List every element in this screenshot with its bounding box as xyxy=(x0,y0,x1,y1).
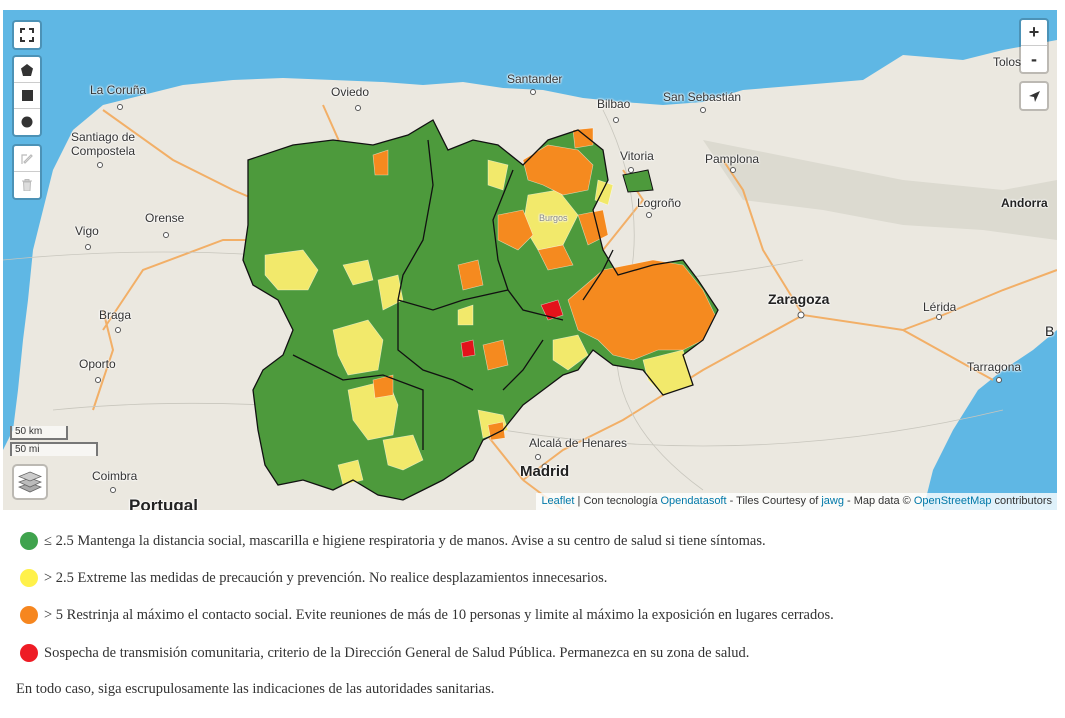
fullscreen-button[interactable] xyxy=(14,22,40,48)
city-madrid: Madrid xyxy=(520,463,570,480)
city-la-coruna: La Coruña xyxy=(90,83,147,97)
attribution-text-3: - Map data © xyxy=(843,495,914,507)
legend-item-orange: > 5 Restrinja al máximo el contacto soci… xyxy=(20,606,834,624)
legend-text-orange: > 5 Restrinja al máximo el contacto soci… xyxy=(44,606,834,623)
city-vitoria: Vitoria xyxy=(620,149,654,163)
map[interactable]: La Coruña Oviedo Santander Bilbao San Se… xyxy=(3,10,1057,510)
city-orense: Orense xyxy=(145,211,185,225)
opendatasoft-link[interactable]: Opendatasoft xyxy=(661,495,727,507)
orange-dot-icon xyxy=(20,606,38,624)
delete-layers-button[interactable] xyxy=(14,172,40,198)
city-alcala: Alcalá de Henares xyxy=(529,436,628,450)
edit-toolbar[interactable] xyxy=(12,144,42,200)
city-oporto: Oporto xyxy=(79,357,116,371)
jawg-link[interactable]: jawg xyxy=(821,495,844,507)
city-santander: Santander xyxy=(507,72,563,86)
zoom-out-button[interactable]: - xyxy=(1021,46,1047,72)
city-santiago-1: Santiago de xyxy=(71,130,136,144)
circle-icon xyxy=(21,116,33,128)
legend-item-green: ≤ 2.5 Mantenga la distancia social, masc… xyxy=(20,532,766,550)
yellow-dot-icon xyxy=(20,569,38,587)
edit-layers-button[interactable] xyxy=(14,146,40,172)
legend-text-red: Sospecha de transmisión comunitaria, cri… xyxy=(44,644,750,661)
city-braga: Braga xyxy=(99,308,132,322)
country-portugal: Portugal xyxy=(129,496,198,510)
square-icon xyxy=(21,90,33,101)
legend-item-red: Sospecha de transmisión comunitaria, cri… xyxy=(20,644,749,662)
layers-icon xyxy=(18,471,42,493)
city-pamplona: Pamplona xyxy=(705,152,760,166)
city-logrono: Logroño xyxy=(637,196,682,210)
city-san-sebastian: San Sebastián xyxy=(663,90,742,104)
zoom-control[interactable]: + - xyxy=(1019,18,1049,74)
draw-polygon-button[interactable] xyxy=(14,57,40,83)
legend-text-green: ≤ 2.5 Mantenga la distancia social, masc… xyxy=(44,532,766,549)
polygon-icon xyxy=(21,63,33,76)
draw-circle-button[interactable] xyxy=(14,109,40,135)
trash-icon xyxy=(22,179,32,191)
scale-mi: 50 mi xyxy=(10,442,98,456)
fullscreen-control[interactable] xyxy=(12,20,42,50)
city-b-edge: B xyxy=(1045,323,1055,339)
green-dot-icon xyxy=(20,532,38,550)
attribution-text-4: contributors xyxy=(991,495,1052,507)
draw-rectangle-button[interactable] xyxy=(14,83,40,109)
leaflet-link[interactable]: Leaflet xyxy=(541,495,574,507)
city-lerida: Lérida xyxy=(923,300,957,314)
locate-button[interactable] xyxy=(1021,83,1047,109)
attribution-text-1: | Con tecnología xyxy=(574,495,661,507)
edit-icon xyxy=(21,153,33,164)
locate-icon xyxy=(1028,90,1040,102)
city-santiago-2: Compostela xyxy=(71,144,136,158)
osm-link[interactable]: OpenStreetMap xyxy=(914,495,992,507)
city-bilbao: Bilbao xyxy=(597,97,631,111)
city-coimbra: Coimbra xyxy=(92,469,138,483)
zoom-in-button[interactable]: + xyxy=(1021,20,1047,46)
city-tarragona: Tarragona xyxy=(967,360,1022,374)
layers-button[interactable] xyxy=(14,466,46,498)
attribution: Leaflet | Con tecnología Opendatasoft - … xyxy=(536,493,1057,510)
city-oviedo: Oviedo xyxy=(331,85,370,99)
scale-km: 50 km xyxy=(10,426,68,440)
fullscreen-icon xyxy=(20,28,34,42)
legend-text-yellow: > 2.5 Extreme las medidas de precaución … xyxy=(44,569,608,586)
red-dot-icon xyxy=(20,644,38,662)
advisory-note: En todo caso, siga escrupulosamente las … xyxy=(16,681,495,697)
layers-control[interactable] xyxy=(12,464,48,500)
city-zaragoza: Zaragoza xyxy=(768,291,830,307)
locate-control[interactable] xyxy=(1019,81,1049,111)
city-burgos: Burgos xyxy=(539,213,568,223)
city-vigo: Vigo xyxy=(75,224,99,238)
draw-toolbar[interactable] xyxy=(12,55,42,137)
city-andorra: Andorra xyxy=(1001,196,1048,210)
attribution-text-2: - Tiles Courtesy of xyxy=(726,495,822,507)
legend-item-yellow: > 2.5 Extreme las medidas de precaución … xyxy=(20,569,607,587)
